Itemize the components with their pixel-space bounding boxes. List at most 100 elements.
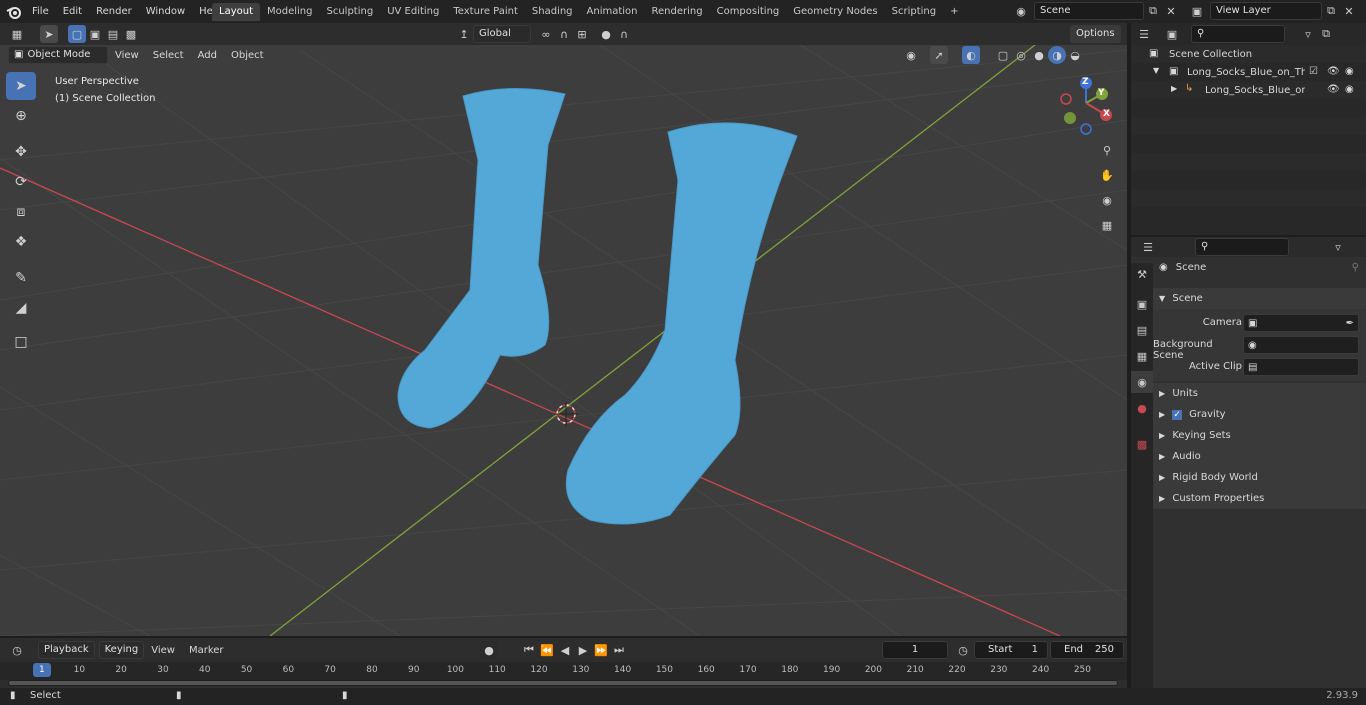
menu-add[interactable]: Add	[191, 44, 224, 67]
menu-select[interactable]: Select	[146, 44, 191, 67]
delete-layer-icon[interactable]: ✕	[1340, 2, 1358, 20]
tab-sculpting[interactable]: Sculpting	[320, 3, 381, 21]
expand-right-icon[interactable]: ▶	[1171, 84, 1177, 93]
options-dropdown[interactable]: Options	[1070, 25, 1121, 43]
move-tool-icon[interactable]: ✥	[6, 138, 36, 166]
scale-tool-icon[interactable]: ⧈	[6, 198, 36, 226]
menu-window[interactable]: Window	[139, 0, 192, 23]
duplicate-layer-icon[interactable]: ⧉	[1322, 2, 1340, 20]
pan-hand-icon[interactable]: ✋	[1098, 166, 1116, 184]
world-tab-icon[interactable]: ●	[1131, 397, 1153, 419]
background-scene-field[interactable]: ◉	[1243, 336, 1359, 354]
tab-modeling[interactable]: Modeling	[260, 3, 320, 21]
outliner-row-collection[interactable]: ▼ ▣ Long_Socks_Blue_on_The_Fo ☑ 👁 ◉	[1131, 63, 1366, 81]
expand-arrow-icon[interactable]: ▼	[1153, 66, 1159, 75]
add-workspace-button[interactable]: +	[943, 3, 965, 21]
editor-type-icon[interactable]: ▦	[8, 25, 26, 43]
jump-start-icon[interactable]: ⏮	[520, 641, 538, 659]
menu-object[interactable]: Object	[224, 44, 271, 67]
gravity-panel[interactable]: ▶ ✓ Gravity	[1153, 404, 1366, 425]
tool-tab-icon[interactable]: ⚒	[1131, 263, 1153, 285]
orientation-dropdown[interactable]: Global	[473, 25, 531, 43]
camera-render-icon[interactable]: ◉	[1345, 84, 1354, 95]
snap-icon[interactable]: ∩	[555, 25, 573, 43]
output-tab-icon[interactable]: ▤	[1131, 319, 1153, 341]
eye-icon[interactable]: 👁	[1327, 66, 1340, 77]
transform-tool-icon[interactable]: ❖	[6, 228, 36, 256]
filter-icon[interactable]: ▿	[1299, 25, 1317, 43]
end-frame-field[interactable]: End 250	[1050, 641, 1124, 659]
gravity-checkbox[interactable]: ✓	[1172, 410, 1182, 420]
rotate-tool-icon[interactable]: ⟳	[6, 168, 36, 196]
record-icon[interactable]: ●	[480, 641, 498, 659]
wireframe-shading-icon[interactable]: ◎	[1012, 46, 1030, 64]
select-new-icon[interactable]: ▢	[68, 25, 86, 43]
ortho-grid-icon[interactable]: ▦	[1098, 216, 1116, 234]
properties-search-input[interactable]: ⚲	[1195, 238, 1289, 256]
eye-icon[interactable]: 👁	[1327, 84, 1340, 95]
render-tab-icon[interactable]: ▣	[1131, 293, 1153, 315]
tab-shading[interactable]: Shading	[525, 3, 580, 21]
select-tool-icon[interactable]: ➤	[40, 25, 58, 43]
blender-logo-icon[interactable]	[6, 3, 24, 21]
tab-compositing[interactable]: Compositing	[710, 3, 787, 21]
scene-name-field[interactable]: Scene	[1034, 2, 1144, 20]
scene-selector[interactable]: ◉ Scene ⧉ ✕	[1012, 2, 1180, 20]
view-layer-tab-icon[interactable]: ▦	[1131, 345, 1153, 367]
view-layer-selector[interactable]: ▣ View Layer ⧉ ✕	[1188, 2, 1358, 20]
display-mode-icon[interactable]: ▣	[1163, 25, 1181, 43]
scrollbar-thumb[interactable]	[9, 681, 1117, 685]
timeline-scrollbar[interactable]	[8, 680, 1118, 686]
frame-ruler[interactable]: 1 10 20 30 40 50 60 70 80 90 100 110 120 130 140 150 160…	[0, 662, 1127, 680]
new-collection-icon[interactable]: ⧉	[1317, 25, 1335, 43]
navigation-gizmo[interactable]: Z Y X	[1058, 75, 1118, 135]
tab-layout[interactable]: Layout	[212, 3, 260, 21]
view-layer-field[interactable]: View Layer	[1210, 2, 1322, 20]
proportional-edit-icon[interactable]: ●	[597, 25, 615, 43]
gizmo-toggle-icon[interactable]: ➚	[930, 46, 948, 64]
rendered-shading-icon[interactable]: ◒	[1066, 46, 1084, 64]
texture-tab-icon[interactable]: ▩	[1131, 433, 1153, 455]
timer-icon[interactable]: ◷	[954, 641, 972, 659]
checkbox-icon[interactable]: ☑	[1309, 66, 1318, 77]
overlay-toggle-icon[interactable]: ◐	[962, 46, 980, 64]
playback-dropdown[interactable]: Playback	[38, 641, 95, 659]
camera-render-icon[interactable]: ◉	[1345, 66, 1354, 77]
outliner-editor-type-icon[interactable]: ☰	[1135, 25, 1153, 43]
tab-scripting[interactable]: Scripting	[885, 3, 943, 21]
camera-field[interactable]: ▣ ✒	[1243, 314, 1359, 332]
falloff-icon[interactable]: ∩	[615, 25, 633, 43]
zoom-icon[interactable]: ⚲	[1098, 141, 1116, 159]
measure-tool-icon[interactable]: ◢	[6, 294, 36, 322]
tab-texture-paint[interactable]: Texture Paint	[446, 3, 525, 21]
tab-rendering[interactable]: Rendering	[645, 3, 710, 21]
solid-shading-icon[interactable]: ●	[1030, 46, 1048, 64]
menu-file[interactable]: File	[25, 0, 56, 23]
mode-dropdown[interactable]: ▣ Object Mode	[8, 46, 108, 64]
add-cube-tool-icon[interactable]: □	[6, 328, 36, 356]
prev-keyframe-icon[interactable]: ⏪	[538, 641, 556, 659]
rigid-body-world-panel[interactable]: ▶ Rigid Body World	[1153, 467, 1366, 488]
menu-view[interactable]: View	[144, 639, 182, 662]
pivot-icon[interactable]: ∞	[537, 25, 555, 43]
eyedropper-icon[interactable]: ✒	[1346, 318, 1354, 329]
keying-sets-panel[interactable]: ▶ Keying Sets	[1153, 425, 1366, 446]
duplicate-scene-icon[interactable]: ⧉	[1144, 2, 1162, 20]
menu-marker[interactable]: Marker	[182, 639, 231, 662]
custom-properties-panel[interactable]: ▶ Custom Properties	[1153, 488, 1366, 509]
pin-icon[interactable]: ⚲	[1352, 262, 1359, 273]
3d-viewport[interactable]: ➤ ⊕ ✥ ⟳ ⧈ ❖ ✎ ◢ □ User Perspective (1) S…	[0, 45, 1127, 636]
outliner-row-object[interactable]: ▶ ↳ Long_Socks_Blue_on_The 👁 ◉	[1131, 81, 1366, 99]
select-box-tool-icon[interactable]: ➤	[6, 72, 36, 100]
delete-scene-icon[interactable]: ✕	[1162, 2, 1180, 20]
select-extend-icon[interactable]: ▣	[86, 25, 104, 43]
tab-uv-editing[interactable]: UV Editing	[380, 3, 446, 21]
menu-edit[interactable]: Edit	[56, 0, 89, 23]
snap-target-icon[interactable]: ⊞	[573, 25, 591, 43]
material-shading-icon[interactable]: ◑	[1048, 46, 1066, 64]
properties-editor-type-icon[interactable]: ☰	[1139, 238, 1157, 256]
audio-panel[interactable]: ▶ Audio	[1153, 446, 1366, 467]
active-clip-field[interactable]: ▤	[1243, 358, 1359, 376]
outliner-row-scene-collection[interactable]: ▣ Scene Collection	[1131, 45, 1366, 63]
select-invert-icon[interactable]: ▩	[122, 25, 140, 43]
